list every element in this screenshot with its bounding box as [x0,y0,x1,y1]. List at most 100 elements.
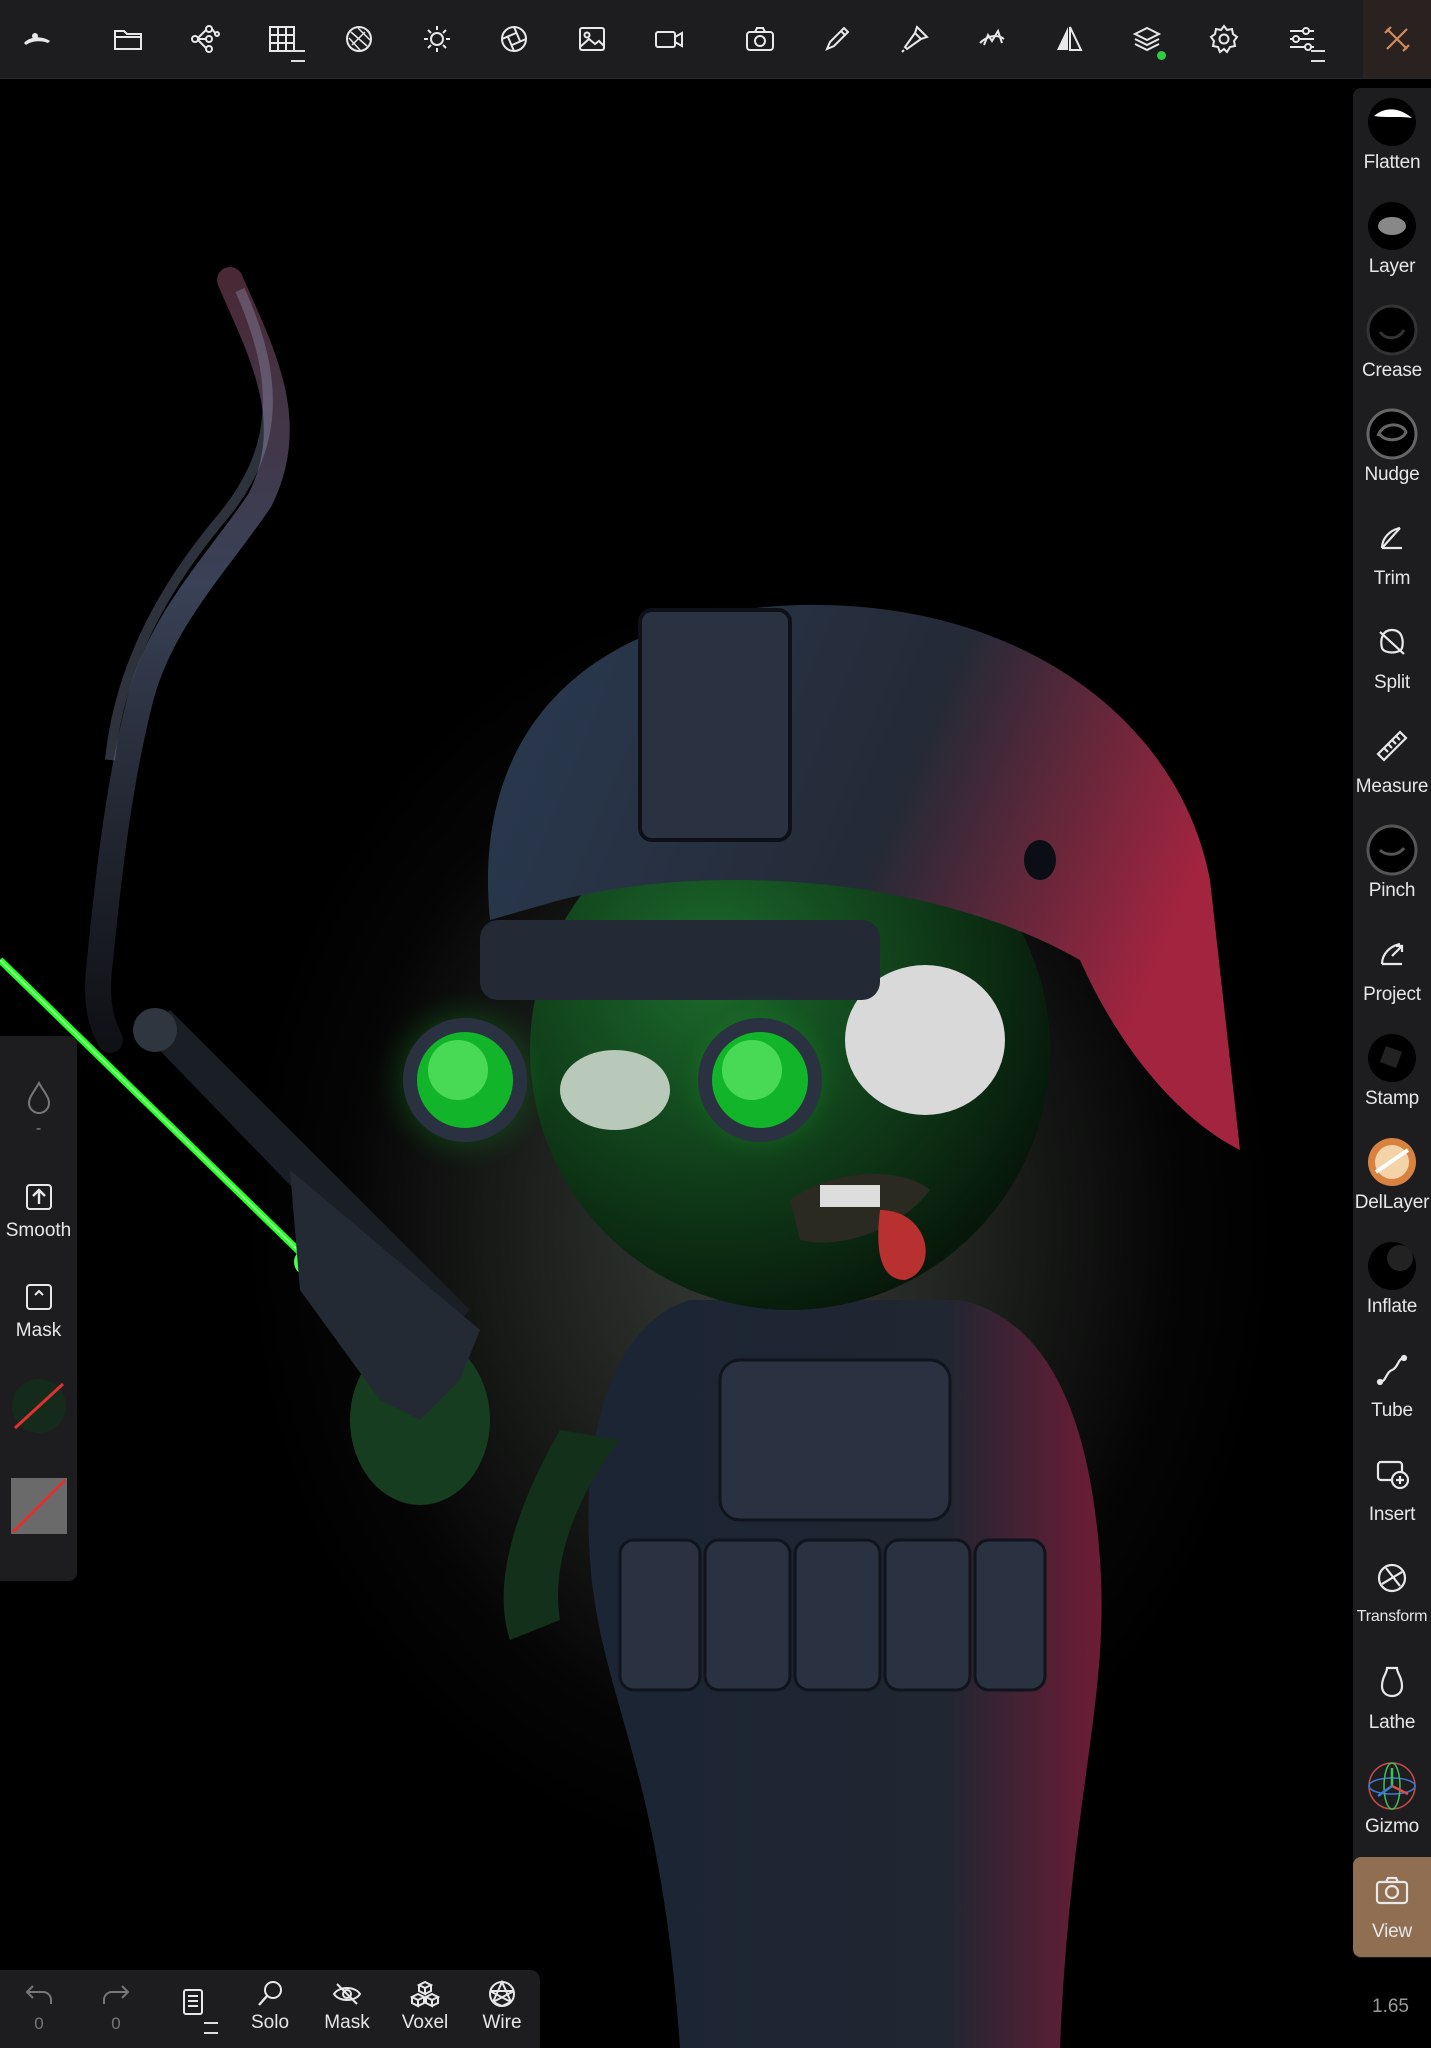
files-folder-icon[interactable] [99,10,157,68]
top-toolbar [0,0,1431,79]
brush-tool-column: " cx="0.35" cy="0.3" r="0.75">)"/> Flatte… [1353,88,1431,1958]
material-texture-swatch[interactable] [0,1476,77,1536]
inflate-brush-icon: " cx="0.35" cy="0.3" r="0.75">)"/> [1364,1238,1420,1294]
sliders-icon[interactable] [1273,10,1331,68]
tool-lathe[interactable]: Lathe [1353,1648,1431,1752]
tool-transform[interactable]: Transform [1353,1544,1431,1648]
postprocess-aperture-icon[interactable] [485,10,543,68]
drop-icon [27,1080,50,1115]
undo-button[interactable]: 0 [4,1978,74,2044]
radius-control[interactable]: - [0,1080,77,1138]
tool-label: Stamp [1365,1088,1419,1109]
tool-measure[interactable]: Measure [1353,712,1431,816]
tool-dellayer[interactable]: DelLayer [1353,1128,1431,1232]
scene-tree-icon[interactable] [176,10,234,68]
tool-label: Inflate [1366,1296,1418,1317]
tool-label: Pinch [1368,880,1416,901]
undo-count: 0 [34,2014,44,2033]
transform-icon [1364,1550,1420,1606]
tool-trim[interactable]: Trim [1353,504,1431,608]
tool-gizmo[interactable]: Gizmo [1353,1752,1431,1856]
tool-label: Flatten [1363,152,1421,173]
voxel-cubes-icon [409,1980,441,2008]
background-image-icon[interactable] [563,10,621,68]
stamp-brush-icon: " cx="0.35" cy="0.3" r="0.75">)"/> [1364,1030,1420,1086]
tool-label: Layer [1368,256,1416,277]
history-menu-button[interactable] [158,1978,228,2044]
painting-brush-icon[interactable] [886,10,944,68]
tool-layer[interactable]: " cx="0.35" cy="0.3" r="0.75">)"/>Layer [1353,192,1431,296]
tool-project[interactable]: Project [1353,920,1431,1024]
tools-wrench-icon[interactable] [1363,0,1431,78]
crease-brush-icon: " cx="0.35" cy="0.3" r="0.75">)"/> [1364,302,1420,358]
gizmo-axes-icon [1364,1758,1420,1814]
view-camera-icon [1364,1863,1420,1919]
mask-visibility-button[interactable]: Mask [312,1978,382,2044]
nudge-brush-icon: " cx="0.35" cy="0.3" r="0.75">)"/> [1364,406,1420,462]
tool-label: Crease [1361,360,1423,381]
redo-button[interactable]: 0 [81,1978,151,2044]
brush-settings-panel: - Smooth Mask [0,1036,77,1581]
voxel-button[interactable]: Voxel [390,1978,460,2044]
tool-label: Nudge [1364,464,1420,485]
lathe-vase-icon [1364,1654,1420,1710]
tool-stamp[interactable]: " cx="0.35" cy="0.3" r="0.75">)"/>Stamp [1353,1024,1431,1128]
voxel-label: Voxel [401,2012,449,2033]
material-sphere-icon[interactable] [330,10,388,68]
app-logo-icon[interactable] [8,10,66,68]
nomad-sculpt-app: " cx="0.35" cy="0.3" r="0.75">)"/> Flatte… [0,0,1431,2048]
tool-label: Gizmo [1365,1816,1419,1837]
tube-curve-icon [1364,1342,1420,1398]
smooth-button[interactable]: Smooth [0,1182,77,1242]
video-camera-icon[interactable] [640,10,698,68]
mask-toggle-button[interactable]: Mask [0,1282,77,1342]
tool-label: Measure [1355,776,1429,797]
redo-count: 0 [111,2014,121,2033]
rendered-character [0,267,1240,2048]
mask-label: Mask [15,1320,62,1341]
tool-view[interactable]: View [1353,1857,1431,1957]
tool-crease[interactable]: " cx="0.35" cy="0.3" r="0.75">)"/>Crease [1353,296,1431,400]
3d-viewport[interactable] [0,78,1431,2048]
topology-grid-icon[interactable] [253,10,311,68]
undo-icon [25,1985,52,2004]
tool-label: Split [1374,672,1410,693]
color-swatch-icon [11,1379,66,1433]
tool-pinch[interactable]: " cx="0.35" cy="0.3" r="0.75">)"/>Pinch [1353,816,1431,920]
tool-flatten[interactable]: " cx="0.35" cy="0.3" r="0.75">)"/>Flatte… [1353,88,1431,192]
tool-label: Insert [1368,1504,1416,1525]
zoom-readout: 1.65 [1372,1996,1409,2017]
layers-active-indicator [1157,51,1166,60]
screenshot-camera-icon[interactable] [731,10,789,68]
tool-label: Transform [1356,1608,1428,1625]
material-color-swatch[interactable] [0,1376,77,1436]
layer-brush-icon: " cx="0.35" cy="0.3" r="0.75">)"/> [1364,198,1420,254]
tool-insert[interactable]: Insert [1353,1440,1431,1544]
solo-magnifier-icon [258,1981,282,2006]
symmetry-icon[interactable] [1040,10,1098,68]
wireframe-button[interactable]: Wire [467,1978,537,2044]
settings-gear-icon[interactable] [1195,10,1253,68]
stroke-hand-icon[interactable] [963,10,1021,68]
tool-label: Tube [1371,1400,1413,1421]
tool-split[interactable]: Split [1353,608,1431,712]
redo-icon [103,1985,130,2004]
tool-label: Project [1363,984,1421,1005]
smooth-label: Smooth [5,1220,72,1241]
layers-icon[interactable] [1118,10,1176,68]
mask-caret-icon [25,1284,52,1310]
tool-inflate[interactable]: " cx="0.35" cy="0.3" r="0.75">)"/>Inflat… [1353,1232,1431,1336]
pinch-brush-icon: " cx="0.35" cy="0.3" r="0.75">)"/> [1364,822,1420,878]
history-book-icon [183,1989,203,2015]
insert-icon [1364,1446,1420,1502]
lighting-sun-icon[interactable] [408,10,466,68]
wire-label: Wire [482,2012,522,2033]
tool-nudge[interactable]: " cx="0.35" cy="0.3" r="0.75">)"/>Nudge [1353,400,1431,504]
brush-pen-icon[interactable] [808,10,866,68]
solo-button[interactable]: Solo [235,1978,305,2044]
smooth-up-icon [25,1184,52,1210]
tool-label: Trim [1373,568,1411,589]
tool-tube[interactable]: Tube [1353,1336,1431,1440]
ruler-icon [1364,718,1420,774]
solo-label: Solo [250,2012,290,2033]
